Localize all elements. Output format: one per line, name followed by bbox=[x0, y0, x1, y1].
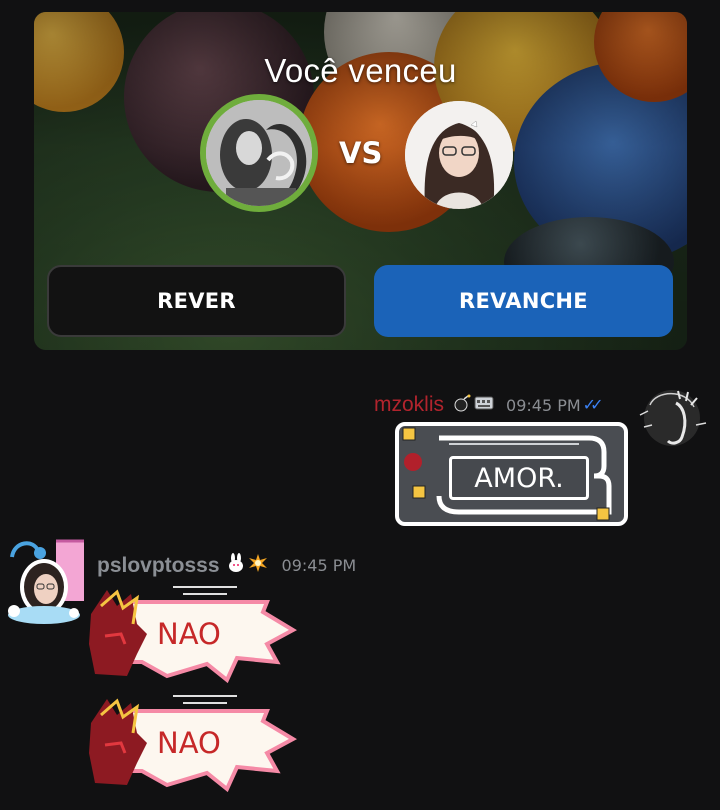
user-avatar[interactable] bbox=[4, 537, 90, 625]
rever-button[interactable]: REVER bbox=[47, 265, 346, 337]
username[interactable]: mzoklis bbox=[374, 393, 444, 417]
username[interactable]: pslovptosss bbox=[97, 554, 220, 578]
opponent-player-avatar[interactable] bbox=[405, 101, 513, 209]
message-timestamp: 09:45 PM bbox=[281, 556, 357, 575]
explosion-badge-icon bbox=[248, 553, 268, 578]
game-result-card: Você venceu VS REVER REVANCHE bbox=[34, 12, 687, 350]
sticker-text: NAO bbox=[157, 726, 221, 760]
amor-sticker[interactable]: AMOR. bbox=[395, 422, 628, 526]
sticker-text: AMOR. bbox=[449, 456, 589, 500]
user-avatar[interactable] bbox=[636, 385, 708, 451]
bomb-badge-icon bbox=[452, 394, 472, 417]
bunny-badge-icon bbox=[226, 553, 246, 578]
winner-player-avatar[interactable] bbox=[200, 94, 318, 212]
nao-sticker[interactable]: NAO bbox=[87, 584, 297, 684]
game-result-title: Você venceu bbox=[264, 52, 457, 89]
revanche-button[interactable]: REVANCHE bbox=[374, 265, 673, 337]
vs-label: VS bbox=[339, 136, 383, 170]
nao-sticker[interactable]: NAO bbox=[87, 693, 297, 793]
message-header: mzoklis 09:45 PM ✓✓ bbox=[374, 393, 604, 417]
keyboard-badge-icon bbox=[474, 394, 494, 417]
double-check-icon: ✓✓ bbox=[582, 397, 604, 414]
message-header: pslovptosss 09:45 PM bbox=[97, 553, 356, 578]
message-timestamp: 09:45 PM bbox=[506, 395, 581, 415]
sticker-text: NAO bbox=[157, 617, 221, 651]
